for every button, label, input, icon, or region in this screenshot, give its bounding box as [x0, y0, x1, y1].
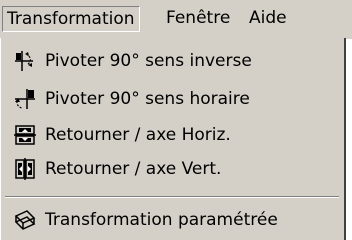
menu-separator — [5, 196, 339, 198]
menu-item-custom-transform[interactable]: Transformation paramétrée — [13, 205, 339, 235]
menu-item-rotate-ccw[interactable]: Pivoter 90° sens inverse — [13, 46, 339, 76]
menu-item-rotate-cw-label: Pivoter 90° sens horaire — [45, 89, 250, 109]
menu-fenetre[interactable]: Fenêtre — [162, 6, 234, 32]
menu-item-flip-horizontal[interactable]: Retourner / axe Horiz. — [13, 120, 339, 150]
menu-item-rotate-cw[interactable]: Pivoter 90° sens horaire — [13, 84, 339, 114]
rotate-cw-icon — [13, 87, 37, 111]
menu-transformation[interactable]: Transformation — [2, 6, 140, 32]
menu-item-flip-vertical[interactable]: Retourner / axe Vert. — [13, 154, 339, 184]
menu-bar: Transformation Fenêtre Aide — [0, 0, 352, 39]
menu-item-custom-transform-label: Transformation paramétrée — [45, 210, 278, 230]
menu-item-flip-horizontal-label: Retourner / axe Horiz. — [45, 125, 231, 145]
flip-horizontal-axis-icon — [13, 123, 37, 147]
menu-item-flip-vertical-label: Retourner / axe Vert. — [45, 159, 222, 179]
menu-item-rotate-ccw-label: Pivoter 90° sens inverse — [45, 51, 252, 71]
rotate-ccw-icon — [13, 49, 37, 73]
transformation-dropdown-menu: Pivoter 90° sens inverse Pivoter 90° sen… — [0, 38, 346, 240]
app-screen: Transformation Fenêtre Aide Pivoter 90° … — [0, 0, 352, 240]
menu-aide-label: Aide — [249, 8, 287, 28]
menu-fenetre-label: Fenêtre — [166, 8, 231, 28]
custom-transform-icon — [13, 208, 37, 232]
menu-aide[interactable]: Aide — [245, 6, 291, 32]
menu-transformation-label: Transformation — [7, 9, 135, 29]
flip-vertical-axis-icon — [13, 157, 37, 181]
